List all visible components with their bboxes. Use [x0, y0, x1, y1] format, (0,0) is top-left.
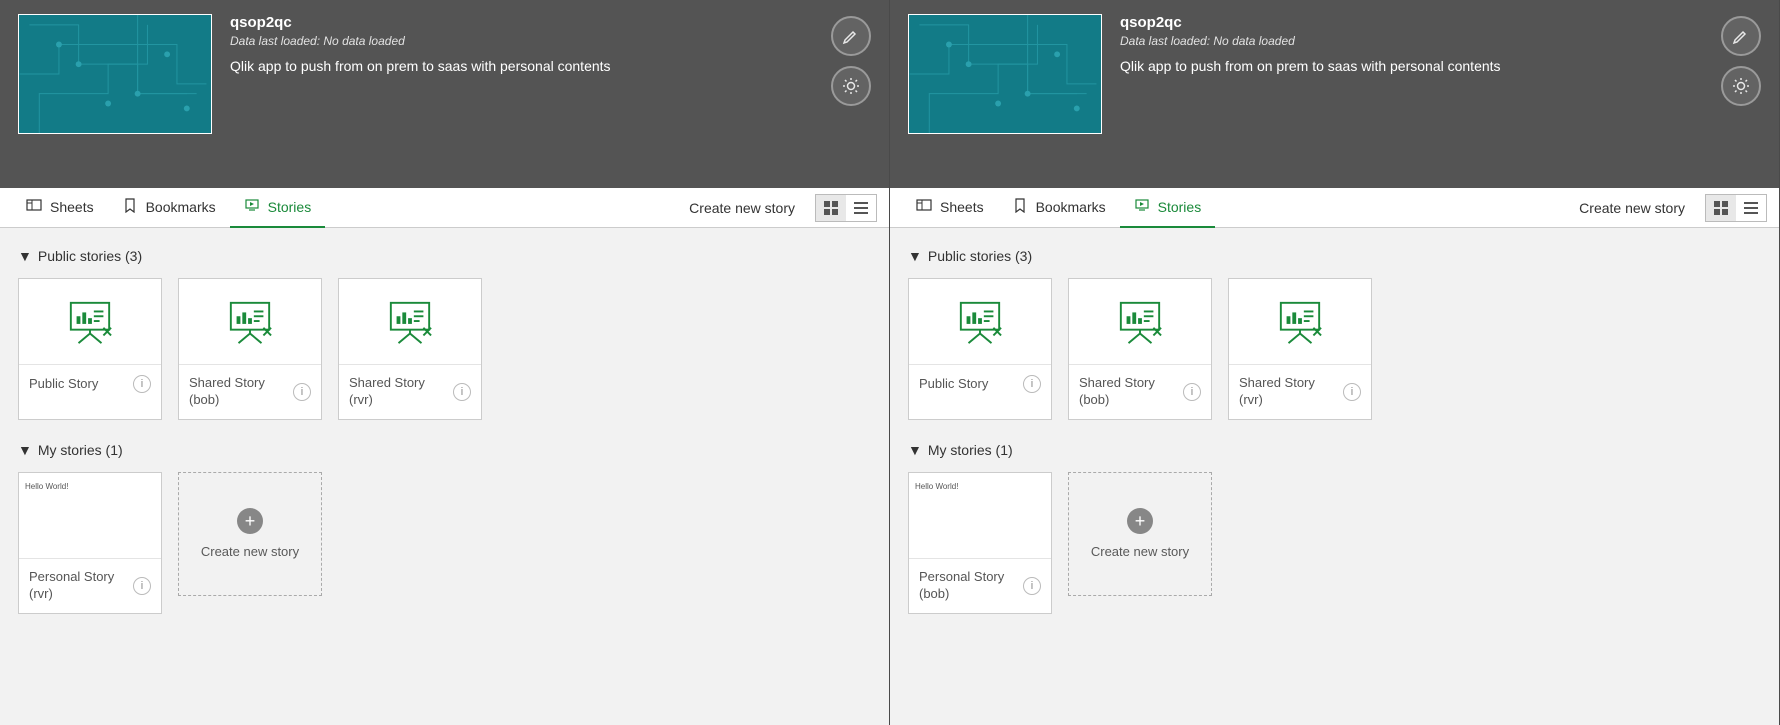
story-thumbnail: [179, 279, 321, 365]
plus-icon: +: [1127, 508, 1153, 534]
app-header: qsop2qc Data last loaded: No data loaded…: [890, 0, 1779, 188]
info-icon[interactable]: i: [1343, 383, 1361, 401]
story-label: Public Story: [29, 376, 129, 393]
add-card-label: Create new story: [201, 544, 299, 559]
story-label: Personal Story (bob): [919, 569, 1019, 603]
list-view-button[interactable]: [846, 195, 876, 221]
app-title: qsop2qc: [230, 14, 871, 31]
info-icon[interactable]: i: [133, 375, 151, 393]
chevron-down-icon: ▼: [18, 248, 32, 264]
bookmark-icon: [1012, 197, 1028, 216]
settings-button[interactable]: [1721, 66, 1761, 106]
chevron-down-icon: ▼: [908, 442, 922, 458]
story-card[interactable]: Shared Story (bob) i: [178, 278, 322, 420]
settings-button[interactable]: [831, 66, 871, 106]
info-icon[interactable]: i: [133, 577, 151, 595]
story-thumbnail: [1229, 279, 1371, 365]
create-new-story-link[interactable]: Create new story: [1567, 200, 1697, 216]
tabs-row: Sheets Bookmarks Stories Create new stor…: [890, 188, 1779, 228]
tab-stories[interactable]: Stories: [1120, 188, 1216, 228]
story-card[interactable]: Hello World! Personal Story (rvr) i: [18, 472, 162, 614]
left-panel: qsop2qc Data last loaded: No data loaded…: [0, 0, 890, 725]
tab-bookmarks[interactable]: Bookmarks: [108, 188, 230, 228]
content-area: ▼ Public stories (3) Public Story i Shar…: [890, 228, 1779, 725]
story-card[interactable]: Public Story i: [18, 278, 162, 420]
stories-icon: [1134, 197, 1150, 216]
story-label: Shared Story (bob): [1079, 375, 1179, 409]
tab-stories[interactable]: Stories: [230, 188, 326, 228]
plus-icon: +: [237, 508, 263, 534]
add-card-label: Create new story: [1091, 544, 1189, 559]
story-label: Shared Story (rvr): [1239, 375, 1339, 409]
grid-view-button[interactable]: [816, 195, 846, 221]
my-stories-header[interactable]: ▼ My stories (1): [908, 442, 1761, 458]
app-header: qsop2qc Data last loaded: No data loaded…: [0, 0, 889, 188]
sheet-icon: [916, 197, 932, 216]
app-description: Qlik app to push from on prem to saas wi…: [1120, 58, 1761, 74]
chevron-down-icon: ▼: [18, 442, 32, 458]
app-title: qsop2qc: [1120, 14, 1761, 31]
content-area: ▼ Public stories (3) Public Story i Shar…: [0, 228, 889, 725]
info-icon[interactable]: i: [1183, 383, 1201, 401]
story-label: Personal Story (rvr): [29, 569, 129, 603]
info-icon[interactable]: i: [453, 383, 471, 401]
story-card[interactable]: Shared Story (rvr) i: [338, 278, 482, 420]
right-panel: qsop2qc Data last loaded: No data loaded…: [890, 0, 1780, 725]
public-stories-header[interactable]: ▼ Public stories (3): [908, 248, 1761, 264]
story-thumbnail: [1069, 279, 1211, 365]
story-thumbnail: [909, 279, 1051, 365]
story-thumbnail: [19, 279, 161, 365]
app-data-loaded: Data last loaded: No data loaded: [230, 34, 871, 48]
chevron-down-icon: ▼: [908, 248, 922, 264]
create-new-story-card[interactable]: + Create new story: [1068, 472, 1212, 596]
app-thumbnail: [18, 14, 212, 134]
edit-button[interactable]: [1721, 16, 1761, 56]
bookmark-icon: [122, 197, 138, 216]
app-data-loaded: Data last loaded: No data loaded: [1120, 34, 1761, 48]
edit-button[interactable]: [831, 16, 871, 56]
story-card[interactable]: Shared Story (bob) i: [1068, 278, 1212, 420]
story-label: Shared Story (rvr): [349, 375, 449, 409]
tab-bookmarks[interactable]: Bookmarks: [998, 188, 1120, 228]
app-thumbnail: [908, 14, 1102, 134]
app-description: Qlik app to push from on prem to saas wi…: [230, 58, 871, 74]
create-new-story-card[interactable]: + Create new story: [178, 472, 322, 596]
story-label: Shared Story (bob): [189, 375, 289, 409]
tab-sheets[interactable]: Sheets: [902, 188, 998, 228]
story-card[interactable]: Hello World! Personal Story (bob) i: [908, 472, 1052, 614]
tabs-row: Sheets Bookmarks Stories Create new stor…: [0, 188, 889, 228]
stories-icon: [244, 197, 260, 216]
story-card[interactable]: Shared Story (rvr) i: [1228, 278, 1372, 420]
info-icon[interactable]: i: [293, 383, 311, 401]
view-toggle: [1705, 194, 1767, 222]
info-icon[interactable]: i: [1023, 577, 1041, 595]
tab-sheets[interactable]: Sheets: [12, 188, 108, 228]
story-preview: Hello World!: [19, 473, 161, 559]
view-toggle: [815, 194, 877, 222]
sheet-icon: [26, 197, 42, 216]
story-label: Public Story: [919, 376, 1019, 393]
grid-view-button[interactable]: [1706, 195, 1736, 221]
story-thumbnail: [339, 279, 481, 365]
list-view-button[interactable]: [1736, 195, 1766, 221]
story-preview: Hello World!: [909, 473, 1051, 559]
info-icon[interactable]: i: [1023, 375, 1041, 393]
story-card[interactable]: Public Story i: [908, 278, 1052, 420]
public-stories-header[interactable]: ▼ Public stories (3): [18, 248, 871, 264]
create-new-story-link[interactable]: Create new story: [677, 200, 807, 216]
my-stories-header[interactable]: ▼ My stories (1): [18, 442, 871, 458]
